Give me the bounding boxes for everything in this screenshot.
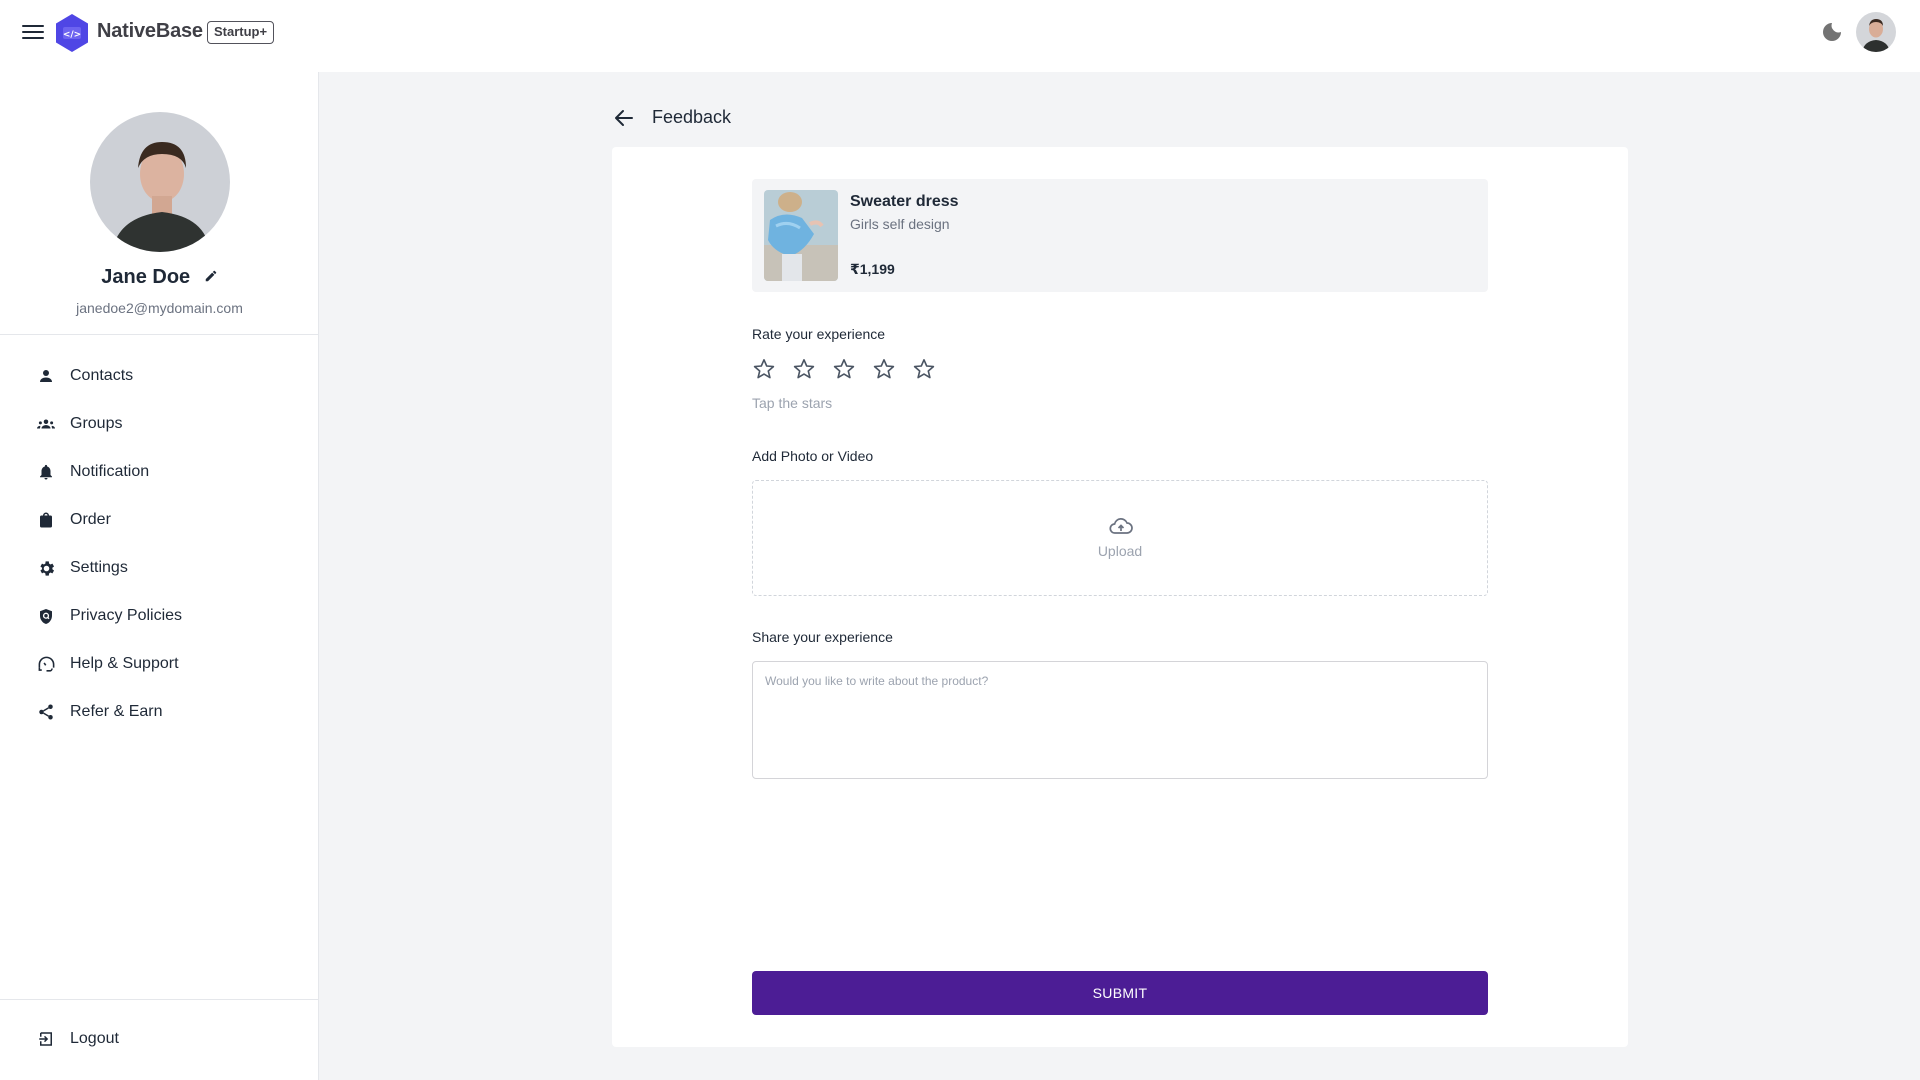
- star-rating: [752, 357, 952, 381]
- star-icon[interactable]: [792, 357, 816, 381]
- review-label: Share your experience: [752, 629, 893, 645]
- sidebar: Jane Doe janedoe2@mydomain.com Contacts …: [0, 72, 319, 1080]
- upload-dropzone[interactable]: Upload: [752, 480, 1488, 596]
- product-description: Girls self design: [850, 216, 950, 232]
- sidebar-item-label: Groups: [70, 415, 123, 432]
- logo-glyph: </>: [63, 30, 81, 40]
- sidebar-item-groups[interactable]: Groups: [0, 400, 319, 448]
- logout-icon: [36, 1029, 56, 1049]
- brand-name: NativeBase: [97, 20, 203, 42]
- cloud-upload-icon: [1109, 518, 1133, 534]
- gear-icon: [36, 558, 56, 578]
- submit-button[interactable]: SUBMIT: [752, 971, 1488, 1015]
- star-icon[interactable]: [872, 357, 896, 381]
- rating-hint: Tap the stars: [752, 395, 833, 411]
- star-icon[interactable]: [832, 357, 856, 381]
- sidebar-item-contacts[interactable]: Contacts: [0, 352, 319, 400]
- sidebar-item-label: Contacts: [70, 367, 134, 384]
- sidebar-item-refer-earn[interactable]: Refer & Earn: [0, 688, 319, 736]
- profile-name-text: Jane Doe: [101, 266, 191, 288]
- logout-button[interactable]: Logout: [0, 1015, 319, 1063]
- back-arrow-icon[interactable]: [612, 106, 636, 130]
- share-icon: [36, 702, 56, 722]
- profile-email: janedoe2@mydomain.com: [76, 300, 243, 316]
- rating-label: Rate your experience: [752, 326, 886, 342]
- pencil-icon[interactable]: [204, 269, 218, 283]
- sidebar-item-label: Settings: [70, 559, 128, 576]
- sidebar-item-label: Refer & Earn: [70, 703, 163, 720]
- upload-label: Upload: [1097, 543, 1143, 559]
- sidebar-item-label: Privacy Policies: [70, 607, 183, 624]
- top-header: </> NativeBase Startup+: [0, 0, 1920, 72]
- sidebar-item-label: Order: [70, 511, 111, 528]
- sidebar-nav: Contacts Groups Notification Order Setti…: [0, 352, 319, 736]
- support-icon: [36, 654, 56, 674]
- product-price: ₹1,199: [850, 261, 895, 277]
- header-avatar[interactable]: [1856, 12, 1896, 52]
- shield-icon: [36, 606, 56, 626]
- sidebar-divider-bottom: [0, 999, 319, 1000]
- logout-label: Logout: [70, 1030, 119, 1047]
- avatar-image: [1856, 12, 1896, 52]
- review-textarea[interactable]: [752, 661, 1488, 779]
- sidebar-divider: [0, 334, 319, 335]
- profile-photo: [90, 112, 230, 252]
- product-image: [764, 190, 838, 281]
- groups-icon: [36, 414, 56, 434]
- nativebase-logo-icon: </>: [56, 14, 88, 52]
- sidebar-item-help-support[interactable]: Help & Support: [0, 640, 319, 688]
- profile-name: Jane Doe: [0, 266, 319, 289]
- shopping-bag-icon: [36, 510, 56, 530]
- bell-icon: [36, 462, 56, 482]
- plan-badge: Startup+: [207, 21, 275, 44]
- hamburger-icon[interactable]: [22, 22, 44, 42]
- logout-section: Logout: [0, 1015, 319, 1063]
- feedback-card: Sweater dress Girls self design ₹1,199 R…: [612, 147, 1628, 1047]
- sidebar-item-label: Help & Support: [70, 655, 179, 672]
- sidebar-item-order[interactable]: Order: [0, 496, 319, 544]
- profile-avatar: [90, 112, 230, 252]
- star-icon[interactable]: [912, 357, 936, 381]
- product-summary: Sweater dress Girls self design ₹1,199: [752, 179, 1488, 292]
- media-label: Add Photo or Video: [752, 448, 874, 464]
- product-name: Sweater dress: [850, 193, 959, 210]
- person-icon: [36, 366, 56, 386]
- sidebar-item-privacy-policies[interactable]: Privacy Policies: [0, 592, 319, 640]
- sidebar-item-notification[interactable]: Notification: [0, 448, 319, 496]
- star-icon[interactable]: [752, 357, 776, 381]
- moon-icon[interactable]: [1820, 20, 1844, 44]
- sidebar-item-label: Notification: [70, 463, 150, 480]
- sidebar-item-settings[interactable]: Settings: [0, 544, 319, 592]
- page-title: Feedback: [652, 107, 732, 127]
